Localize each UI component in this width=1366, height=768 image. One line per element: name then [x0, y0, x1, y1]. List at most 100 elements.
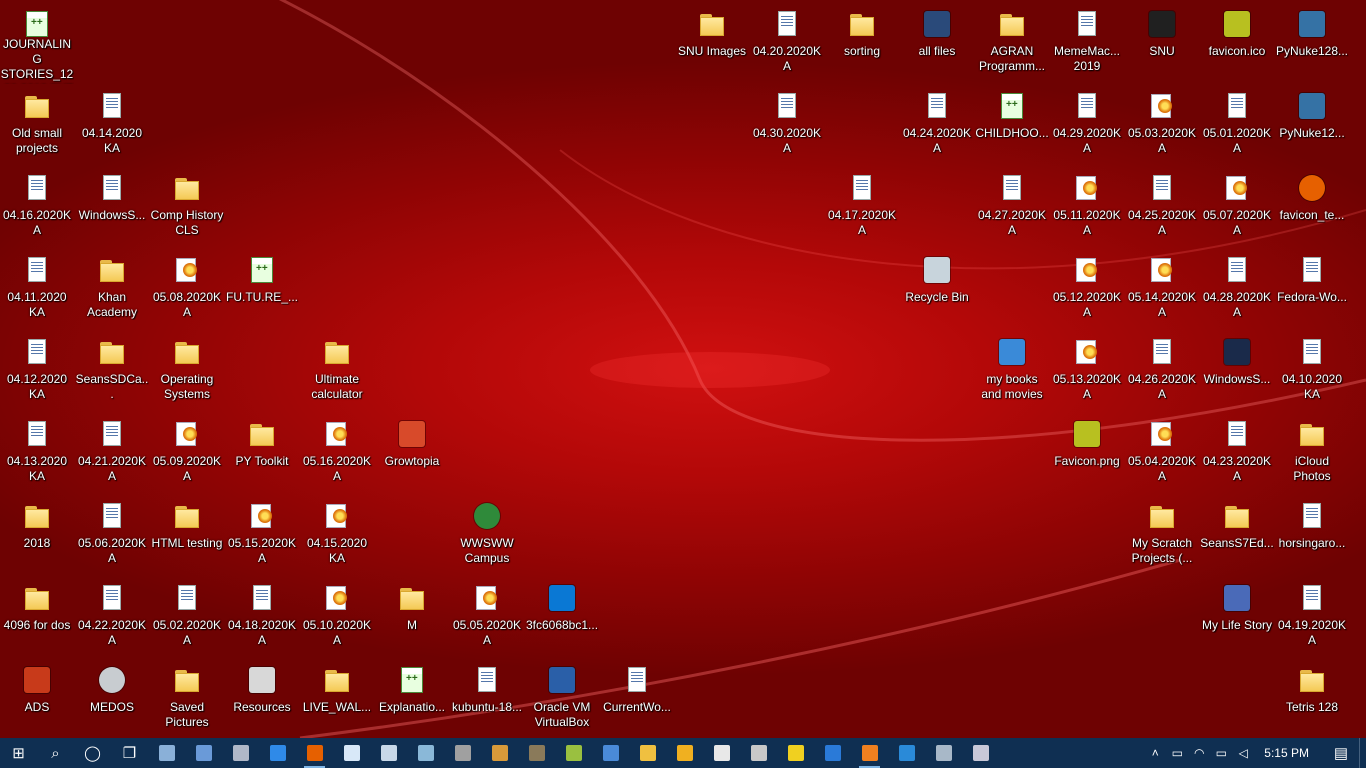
desktop-icon[interactable]: My Life Story [1200, 576, 1274, 658]
desktop-icon[interactable]: Oracle VM VirtualBox [525, 658, 599, 740]
clock[interactable]: 5:15 PM [1254, 746, 1323, 760]
desktop-icon[interactable]: horsingaro... [1275, 494, 1349, 576]
chevron-up-icon[interactable]: ˄ [1144, 746, 1166, 760]
desktop-icon[interactable]: 04.25.2020KA [1125, 166, 1199, 248]
desktop-icon[interactable]: my books and movies [975, 330, 1049, 412]
desktop-icon[interactable]: SeansS7Ed... [1200, 494, 1274, 576]
desktop-icon[interactable]: iCloud Photos [1275, 412, 1349, 494]
desktop-icon[interactable]: Recycle Bin [900, 248, 974, 330]
wifi-icon[interactable]: ◠ [1188, 746, 1210, 760]
desktop-icon[interactable]: Fedora-Wo... [1275, 248, 1349, 330]
desktop-icon[interactable]: HTML testing [150, 494, 224, 576]
desktop-icon[interactable]: AGRAN Programm... [975, 2, 1049, 84]
task-view-taskbar-button[interactable]: ❐ [111, 738, 148, 768]
desktop-icon[interactable]: My Scratch Projects (... [1125, 494, 1199, 576]
desktop-icon[interactable]: WindowsS... [1200, 330, 1274, 412]
desktop-icon[interactable]: 04.22.2020KA [75, 576, 149, 658]
desktop-icon[interactable]: Comp History CLS [150, 166, 224, 248]
cortana-taskbar-button[interactable]: ◯ [74, 738, 111, 768]
gimp-taskbar-button[interactable] [518, 738, 555, 768]
desktop-icon[interactable]: Explanatio... [375, 658, 449, 740]
desktop-icon[interactable]: 05.10.2020KA [300, 576, 374, 658]
network-taskbar-button[interactable] [222, 738, 259, 768]
desktop-icon[interactable]: favicon.ico [1200, 2, 1274, 84]
desktop-icon[interactable]: 04.15.2020 KA [300, 494, 374, 576]
desktop-icon[interactable]: Ultimate calculator [300, 330, 374, 412]
search-taskbar-button[interactable]: ⌕ [37, 738, 74, 768]
desktop-icon[interactable]: Favicon.png [1050, 412, 1124, 494]
desktop-icon[interactable]: M [375, 576, 449, 658]
show-desktop-button[interactable] [1359, 738, 1366, 768]
desktop-icon[interactable]: 04.30.2020KA [750, 84, 824, 166]
desktop-icon[interactable]: 05.06.2020KA [75, 494, 149, 576]
desktop-icon[interactable]: 05.15.2020KA [225, 494, 299, 576]
desktop-icon[interactable]: Growtopia [375, 412, 449, 494]
desktop-icon[interactable]: MEDOS [75, 658, 149, 740]
volume-icon[interactable]: ◁ [1232, 746, 1254, 760]
desktop-icon[interactable]: Khan Academy [75, 248, 149, 330]
desktop-icon[interactable]: SeansSDCa... [75, 330, 149, 412]
desktop-icon[interactable]: 04.17.2020KA [825, 166, 899, 248]
desktop-icon[interactable]: 4096 for dos [0, 576, 74, 658]
battery-icon[interactable]: ▭ [1210, 746, 1232, 760]
photos-taskbar-button[interactable] [370, 738, 407, 768]
desktop-icon[interactable]: 04.13.2020 KA [0, 412, 74, 494]
desktop-icon[interactable]: Saved Pictures [150, 658, 224, 740]
desktop-icon[interactable]: 04.23.2020KA [1200, 412, 1274, 494]
desktop-icon[interactable]: 04.19.2020KA [1275, 576, 1349, 658]
store-taskbar-button[interactable] [888, 738, 925, 768]
desktop-icon[interactable]: all files [900, 2, 974, 84]
desktop-icon[interactable]: Old small projects [0, 84, 74, 166]
desktop-icon[interactable]: PyNuke12... [1275, 84, 1349, 166]
virtualbox-taskbar-button[interactable] [925, 738, 962, 768]
desktop-icon[interactable]: 04.29.2020KA [1050, 84, 1124, 166]
desktop-icon[interactable]: CurrentWo... [600, 658, 674, 740]
mango-taskbar-button[interactable] [555, 738, 592, 768]
desktop-icon[interactable]: PY Toolkit [225, 412, 299, 494]
desktop-icon[interactable]: WindowsS... [75, 166, 149, 248]
desktop-icon[interactable]: 04.21.2020KA [75, 412, 149, 494]
desktop-icon[interactable]: 04.14.2020 KA [75, 84, 149, 166]
desktop-icon[interactable]: ADS [0, 658, 74, 740]
desktop-icon[interactable]: 05.04.2020KA [1125, 412, 1199, 494]
firefox-taskbar-button[interactable] [296, 738, 333, 768]
tablet-icon[interactable]: ▭ [1166, 746, 1188, 760]
desktop-icon[interactable]: 04.10.2020 KA [1275, 330, 1349, 412]
remote-desktop-taskbar-button[interactable] [407, 738, 444, 768]
desktop-icon[interactable]: LIVE_WAL... [300, 658, 374, 740]
desktop-icon[interactable]: kubuntu-18... [450, 658, 524, 740]
windows-start-taskbar-button[interactable]: ⊞ [0, 738, 37, 768]
desktop-icon[interactable]: Operating Systems [150, 330, 224, 412]
desktop-icon[interactable]: favicon_te... [1275, 166, 1349, 248]
python-taskbar-button[interactable] [629, 738, 666, 768]
desktop-icon[interactable]: 3fc6068bc1... [525, 576, 599, 658]
action-center-icon[interactable]: ▤ [1323, 744, 1359, 762]
desktop-icon[interactable]: 05.16.2020KA [300, 412, 374, 494]
desktop-icon[interactable]: 04.12.2020 KA [0, 330, 74, 412]
desktop-icon[interactable]: JOURNALING STORIES_12.29.2019.TXT [0, 2, 74, 84]
desktop-icon[interactable]: 05.01.2020KA [1200, 84, 1274, 166]
desktop-icon[interactable]: 04.24.2020KA [900, 84, 974, 166]
desktop-icon[interactable]: Resources [225, 658, 299, 740]
desktop-icon[interactable]: 05.03.2020KA [1125, 84, 1199, 166]
desktop-icon[interactable]: 05.13.2020KA [1050, 330, 1124, 412]
desktop-icon[interactable]: sorting [825, 2, 899, 84]
desktop-icon[interactable]: 05.08.2020KA [150, 248, 224, 330]
7zip-taskbar-button[interactable] [703, 738, 740, 768]
desktop-icon[interactable]: CHILDHOO... [975, 84, 1049, 166]
desktop-icon[interactable]: SNU Images [675, 2, 749, 84]
desktop-icon[interactable]: WWSWW Campus [450, 494, 524, 576]
desktop[interactable]: JOURNALING STORIES_12.29.2019.TXT Old sma… [0, 0, 1366, 738]
desktop-icon[interactable]: 04.11.2020 KA [0, 248, 74, 330]
desktop-icon[interactable]: PyNuke128... [1275, 2, 1349, 84]
desktop-icon[interactable]: 05.11.2020KA [1050, 166, 1124, 248]
calculator-taskbar-button[interactable] [962, 738, 999, 768]
desktop-icon[interactable]: 05.07.2020KA [1200, 166, 1274, 248]
desktop-icon[interactable]: 04.27.2020KA [975, 166, 1049, 248]
desktop-icon[interactable]: 04.28.2020KA [1200, 248, 1274, 330]
desktop-icon[interactable]: 04.18.2020KA [225, 576, 299, 658]
desktop-icon[interactable]: FU.TU.RE_... [225, 248, 299, 330]
desktop-icon[interactable]: 04.16.2020KA [0, 166, 74, 248]
desktop-icon[interactable]: 05.05.2020KA [450, 576, 524, 658]
edge-taskbar-button[interactable] [259, 738, 296, 768]
